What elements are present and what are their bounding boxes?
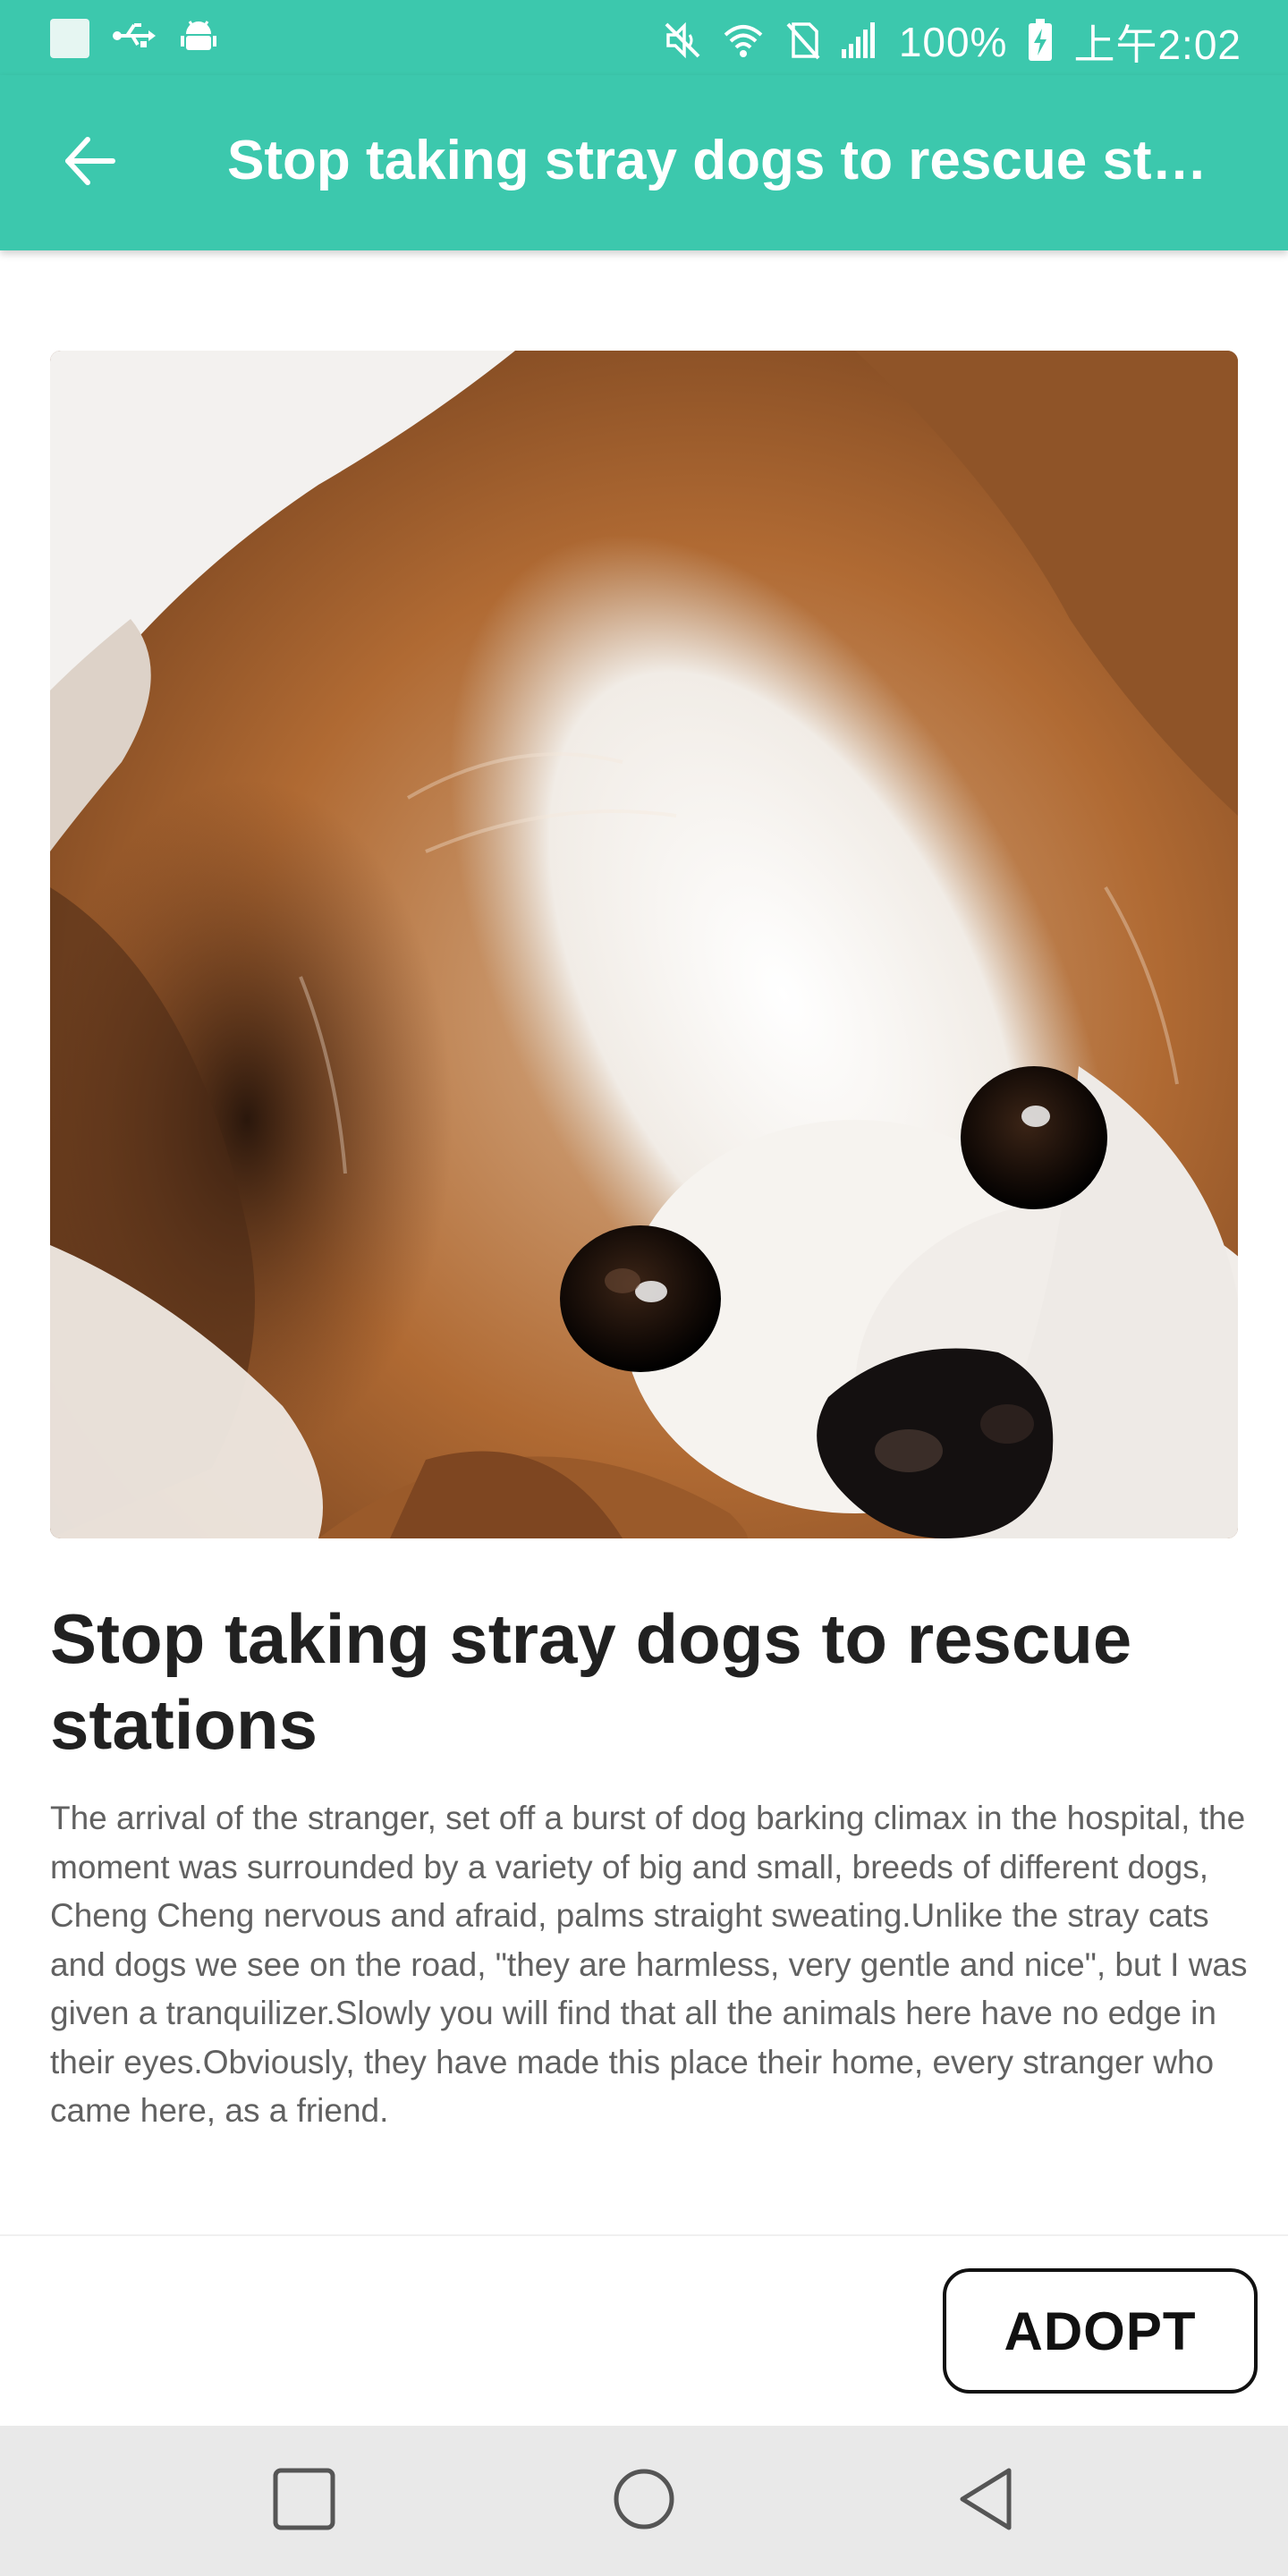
recent-apps-icon [272, 2467, 336, 2536]
android-debug-icon [179, 16, 218, 60]
status-bar: 100% 上午2:02 [0, 0, 1288, 75]
app-bar: Stop taking stray dogs to rescue station… [0, 75, 1288, 250]
article-body: The arrival of the stranger, set off a b… [50, 1800, 1248, 2129]
navigation-bar [0, 2426, 1288, 2576]
status-bar-right: 100% 上午2:02 [663, 13, 1241, 72]
back-button[interactable] [54, 127, 125, 199]
article-title: Stop taking stray dogs to rescue station… [50, 1599, 1132, 1764]
arrow-left-icon [61, 132, 118, 194]
status-time: 上午2:02 [1073, 21, 1241, 68]
app-bar-title: Stop taking stray dogs to rescue station… [227, 130, 1220, 191]
mute-icon [663, 21, 702, 64]
adopt-button[interactable]: ADOPT [943, 2268, 1258, 2394]
home-icon [612, 2467, 676, 2536]
notification-square-icon [50, 18, 89, 58]
back-triangle-icon [955, 2467, 1020, 2536]
signal-icon [840, 21, 879, 64]
battery-percentage: 100% [898, 19, 1008, 65]
battery-charging-icon [1027, 18, 1054, 67]
recent-apps-button[interactable] [268, 2465, 340, 2537]
no-sim-icon [784, 21, 820, 64]
dog-photo [50, 351, 1238, 1538]
nav-back-button[interactable] [952, 2465, 1023, 2537]
wifi-icon [722, 21, 765, 64]
status-bar-left [50, 16, 218, 60]
usb-icon [113, 18, 156, 58]
home-button[interactable] [608, 2465, 680, 2537]
action-divider [0, 2234, 1288, 2236]
